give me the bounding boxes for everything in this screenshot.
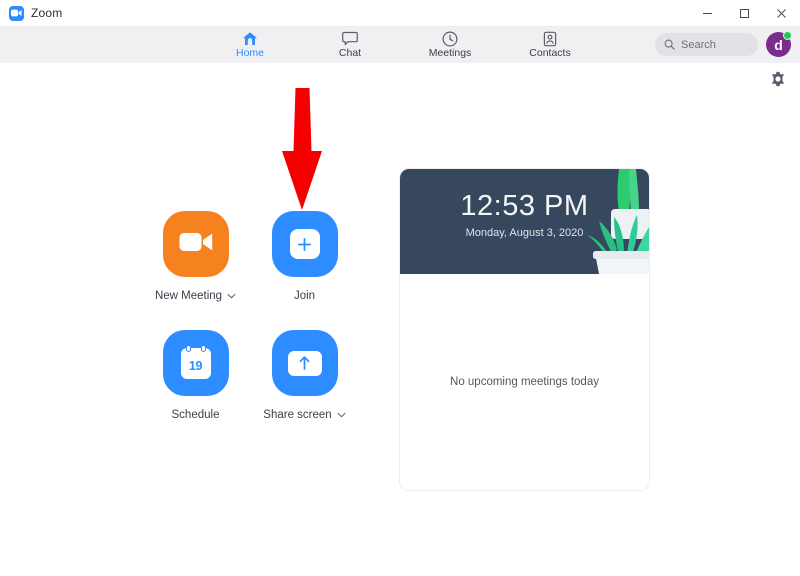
- chevron-down-icon[interactable]: [337, 412, 346, 418]
- share-screen-label-row: Share screen: [263, 409, 346, 421]
- schedule-label-row: Schedule: [172, 409, 220, 421]
- current-date: Monday, August 3, 2020: [465, 227, 584, 239]
- join-tile[interactable]: [271, 211, 338, 277]
- clock-hero: 12:53 PM Monday, August 3, 2020: [400, 169, 649, 274]
- new-meeting-label: New Meeting: [154, 290, 223, 302]
- schedule-label: Schedule: [171, 409, 220, 421]
- current-time: 12:53 PM: [460, 190, 589, 222]
- join-label-row: Join: [294, 290, 315, 302]
- calendar-icon: 19: [180, 344, 211, 379]
- chat-bubble-icon: [342, 30, 358, 47]
- upcoming-meetings-card: 12:53 PM Monday, August 3, 2020 No upcom…: [399, 168, 650, 491]
- tab-contacts[interactable]: Contacts: [517, 30, 583, 60]
- tab-chat-label: Chat: [338, 47, 362, 60]
- search-input[interactable]: [681, 38, 749, 51]
- zoom-camera-icon: [9, 5, 24, 21]
- main-toolbar: Home Chat Meetings Contacts Search d: [0, 27, 800, 63]
- home-icon: [242, 30, 258, 47]
- tab-chat[interactable]: Chat: [317, 30, 383, 60]
- tab-home-label: Home: [235, 47, 264, 60]
- red-down-arrow-annotation: [280, 88, 324, 210]
- plus-square-icon: [289, 229, 320, 259]
- meetings-empty-state: No upcoming meetings today: [400, 274, 649, 490]
- share-screen-button[interactable]: Share screen: [250, 330, 359, 421]
- presence-indicator-icon: [783, 31, 792, 40]
- zoom-app-window: Zoom Home Chat Meetings Contacts Search …: [0, 0, 800, 576]
- share-screen-label: Share screen: [263, 409, 332, 421]
- maximize-icon[interactable]: [726, 0, 763, 27]
- title-bar-left: Zoom: [0, 5, 63, 21]
- join-label: Join: [293, 290, 316, 302]
- avatar[interactable]: d: [766, 31, 792, 57]
- new-meeting-label-row: New Meeting: [155, 290, 236, 302]
- schedule-button[interactable]: 19 Schedule: [141, 330, 250, 421]
- chevron-down-icon[interactable]: [227, 293, 236, 299]
- schedule-tile[interactable]: 19: [162, 330, 229, 396]
- contact-card-icon: [542, 30, 558, 47]
- new-meeting-tile[interactable]: [162, 211, 229, 277]
- title-bar: Zoom: [0, 0, 800, 27]
- tab-meetings[interactable]: Meetings: [417, 30, 483, 60]
- tab-meetings-label: Meetings: [428, 47, 472, 60]
- join-button[interactable]: Join: [250, 211, 359, 330]
- calendar-day-number: 19: [188, 358, 203, 373]
- calendar-rings: [181, 344, 211, 352]
- tab-contacts-label: Contacts: [529, 47, 571, 60]
- new-meeting-button[interactable]: New Meeting: [141, 211, 250, 330]
- calendar-ring-right: [200, 344, 206, 352]
- empty-state-text: No upcoming meetings today: [450, 376, 599, 388]
- home-action-grid: New Meeting Join 19 Schedule Share scree…: [141, 211, 359, 421]
- gear-icon[interactable]: [766, 67, 790, 91]
- share-screen-arrow-icon: [287, 350, 322, 376]
- tab-home[interactable]: Home: [217, 30, 283, 60]
- window-controls: [689, 0, 800, 27]
- close-icon[interactable]: [763, 0, 800, 27]
- minimize-icon[interactable]: [689, 0, 726, 27]
- search-icon: [664, 39, 675, 50]
- app-title: Zoom: [31, 6, 63, 20]
- video-camera-icon: [179, 231, 213, 258]
- calendar-ring-left: [185, 344, 191, 352]
- clock-icon: [442, 30, 458, 47]
- search-box[interactable]: [655, 33, 758, 56]
- share-screen-tile[interactable]: [271, 330, 338, 396]
